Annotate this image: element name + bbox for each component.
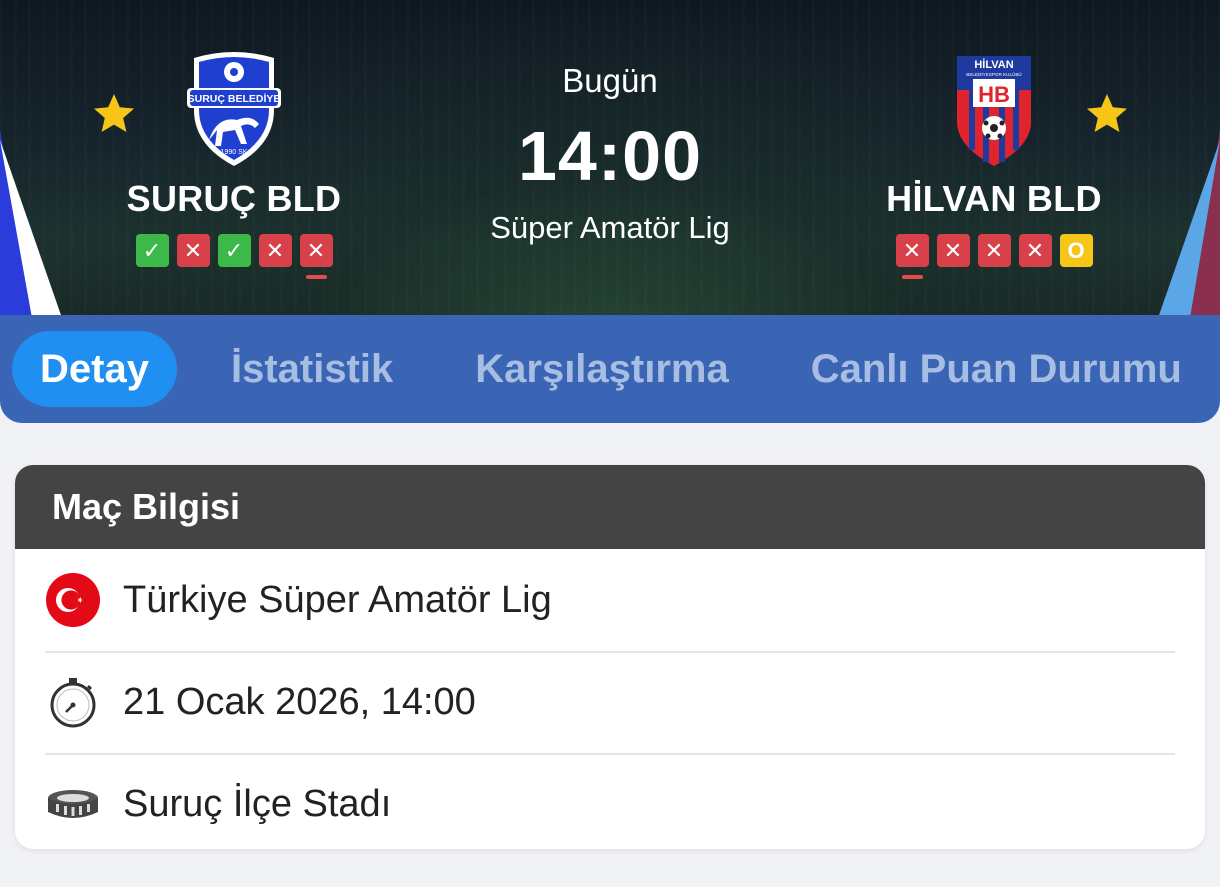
form-win-icon: ✓	[135, 234, 169, 267]
away-team-logo: HİLVAN BELEDİYESPOR KULÜBÜ HB	[957, 56, 1031, 166]
tab-canli-puan-durumu[interactable]: Canlı Puan Durumu	[783, 331, 1210, 407]
match-header: SURUÇ BELEDİYE 1990 SK SURUÇ BLD ✓ ✕ ✓ ✕…	[0, 0, 1220, 318]
match-info-card: Maç Bilgisi Türkiye Süper Amatör Lig 21 …	[15, 465, 1205, 849]
stadium-icon	[45, 776, 101, 832]
venue-row: Suruç İlçe Stadı	[15, 753, 1205, 849]
svg-text:1990 SK: 1990 SK	[221, 149, 248, 156]
datetime-row: 21 Ocak 2026, 14:00	[15, 651, 1205, 753]
away-color-stripe	[1158, 130, 1220, 318]
tab-detay[interactable]: Detay	[12, 331, 177, 407]
tab-bar: Detay İstatistik Karşılaştırma Canlı Pua…	[0, 315, 1220, 423]
svg-text:SURUÇ BELEDİYE: SURUÇ BELEDİYE	[188, 92, 281, 105]
league-name: Türkiye Süper Amatör Lig	[123, 578, 552, 621]
away-team-name: HİLVAN BLD	[886, 178, 1102, 219]
away-team[interactable]: HİLVAN BELEDİYESPOR KULÜBÜ HB HİLVAN BLD…	[844, 50, 1144, 279]
svg-text:HB: HB	[978, 82, 1010, 107]
stopwatch-icon	[45, 674, 101, 730]
home-color-stripe	[0, 130, 62, 318]
match-time: 14:00	[517, 117, 703, 195]
tab-karsilastirma[interactable]: Karşılaştırma	[447, 331, 756, 407]
match-info-title: Maç Bilgisi	[15, 465, 1205, 549]
home-team-form: ✓ ✕ ✓ ✕ ✕	[84, 234, 384, 279]
form-loss-icon: ✕	[258, 234, 292, 267]
form-loss-icon: ✕	[176, 234, 210, 267]
form-loss-icon: ✕	[1018, 234, 1052, 267]
match-info-center: Bugün 14:00 Süper Amatör Lig	[410, 62, 810, 246]
match-datetime: 21 Ocak 2026, 14:00	[123, 680, 476, 723]
form-win-icon: ✓	[217, 234, 251, 267]
form-loss-icon: ✕	[895, 234, 929, 279]
home-team-name: SURUÇ BLD	[126, 178, 342, 219]
home-team-logo: SURUÇ BELEDİYE 1990 SK	[187, 52, 281, 166]
latest-result-marker	[901, 275, 923, 279]
turkey-flag-icon	[45, 572, 101, 628]
form-draw-icon: O	[1059, 234, 1093, 267]
form-loss-icon: ✕	[977, 234, 1011, 267]
away-team-form: ✕ ✕ ✕ ✕ O	[844, 234, 1144, 279]
svg-text:HİLVAN: HİLVAN	[974, 58, 1013, 71]
form-loss-icon: ✕	[936, 234, 970, 267]
venue-name: Suruç İlçe Stadı	[123, 782, 392, 825]
match-day: Bugün	[562, 62, 658, 99]
match-league[interactable]: Süper Amatör Lig	[410, 210, 810, 246]
latest-result-marker	[305, 275, 327, 279]
league-row[interactable]: Türkiye Süper Amatör Lig	[15, 549, 1205, 651]
tab-istatistik[interactable]: İstatistik	[203, 331, 421, 407]
home-team[interactable]: SURUÇ BELEDİYE 1990 SK SURUÇ BLD ✓ ✕ ✓ ✕…	[84, 50, 384, 279]
form-loss-icon: ✕	[299, 234, 333, 279]
svg-text:BELEDİYESPOR KULÜBÜ: BELEDİYESPOR KULÜBÜ	[966, 71, 1021, 77]
